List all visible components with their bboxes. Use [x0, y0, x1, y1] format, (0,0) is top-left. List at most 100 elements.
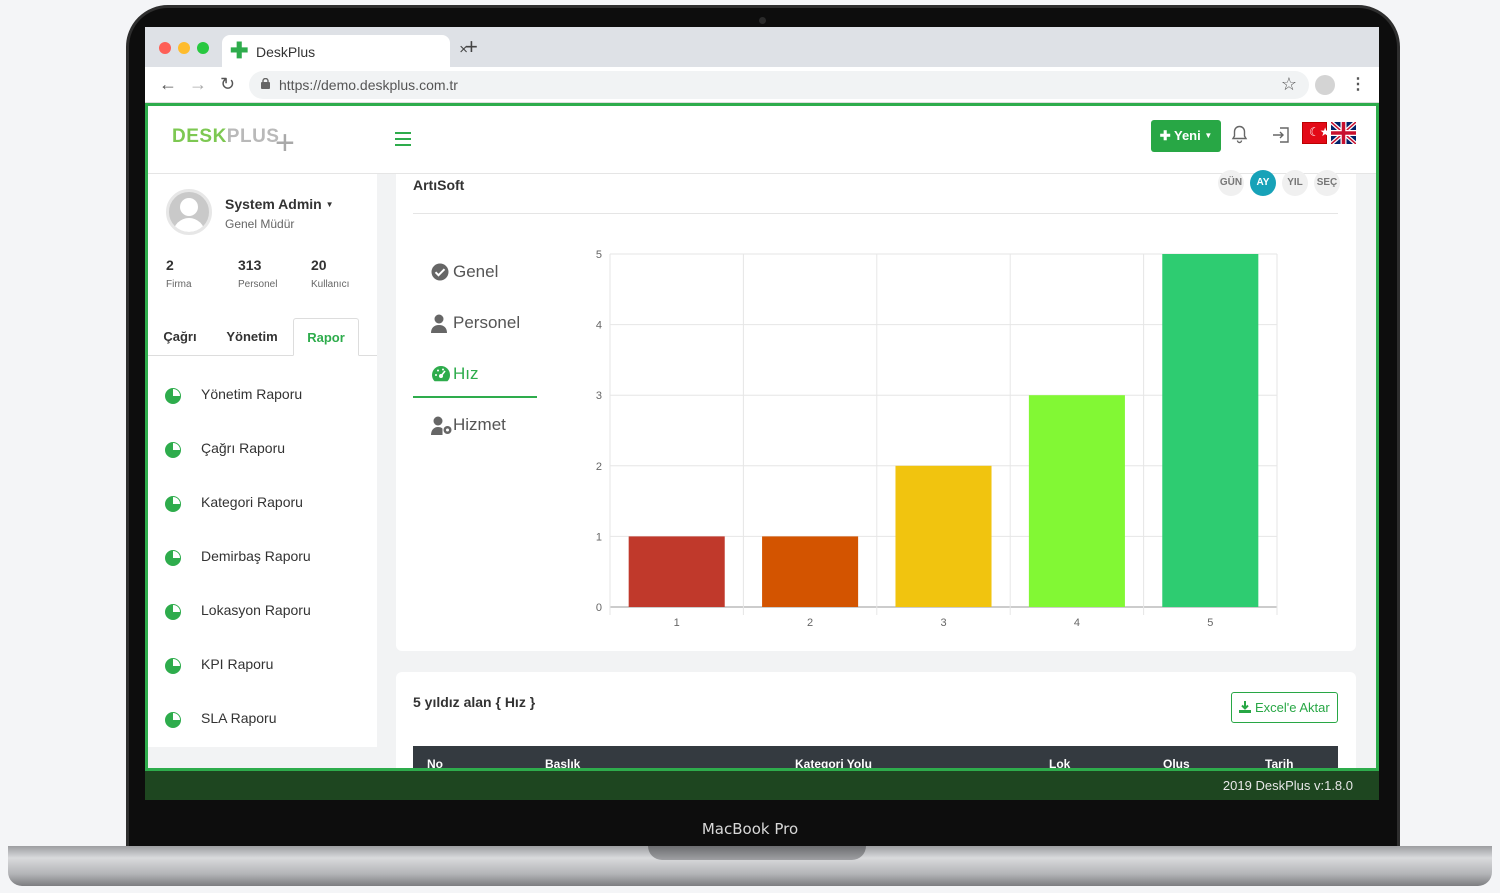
sidebar-item-sla-raporu[interactable]: SLA Raporu: [148, 700, 377, 740]
x-tick-label: 2: [807, 617, 813, 629]
logo[interactable]: DESKPLUS: [172, 126, 279, 148]
bar: [1162, 254, 1259, 607]
profile-avatar[interactable]: [1315, 75, 1335, 95]
period-gun[interactable]: GÜN: [1218, 170, 1244, 196]
pie-chart-icon: [165, 388, 181, 404]
sidebar: System Admin ▼ Genel Müdür 2 Firma 313 P…: [148, 174, 377, 800]
sidebar-item-label: SLA Raporu: [201, 710, 277, 726]
sidebar-item-label: Kategori Raporu: [201, 494, 303, 510]
new-button-label: Yeni: [1174, 128, 1201, 143]
sign-in-icon[interactable]: [1272, 126, 1290, 144]
avatar[interactable]: [166, 189, 212, 235]
y-tick-label: 2: [596, 461, 602, 473]
logo-plus-icon: +: [275, 124, 295, 162]
favicon-plus-icon: ✚: [230, 38, 249, 63]
logo-part2: PLUS: [226, 126, 280, 147]
close-window-icon[interactable]: [159, 42, 171, 54]
bar: [628, 536, 725, 607]
sidebar-item-demirbas-raporu[interactable]: Demirbaş Raporu: [148, 538, 377, 578]
sidebar-item-label: Lokasyon Raporu: [201, 602, 311, 618]
y-tick-label: 1: [596, 531, 602, 543]
reload-icon[interactable]: ↻: [220, 74, 235, 94]
url-text: https://demo.deskplus.com.tr: [279, 77, 458, 93]
sidebar-item-label: KPI Raporu: [201, 656, 274, 672]
user-title: Genel Müdür: [225, 217, 295, 231]
sidebar-item-label: Yönetim Raporu: [201, 386, 303, 402]
period-ay[interactable]: AY: [1250, 170, 1276, 196]
sidebar-item-label: Çağrı Raporu: [201, 440, 286, 456]
pie-chart-icon: [165, 604, 181, 620]
new-tab-icon[interactable]: +: [465, 36, 478, 58]
x-tick-label: 1: [674, 617, 680, 629]
y-tick-label: 4: [596, 320, 602, 332]
stat-company-count: 2: [166, 257, 174, 273]
turkish-flag-icon[interactable]: ☾★: [1302, 122, 1331, 144]
sidebar-item-kpi-raporu[interactable]: KPI Raporu: [148, 646, 377, 686]
minimize-window-icon[interactable]: [178, 42, 190, 54]
speedometer-icon: [432, 366, 450, 382]
caret-down-icon: ▼: [325, 200, 334, 209]
caret-down-icon: ▼: [1204, 131, 1213, 140]
download-icon: [1239, 701, 1252, 713]
browser-tab[interactable]: ✚ DeskPlus ×: [222, 35, 468, 67]
device-label: MacBook Pro: [701, 820, 799, 838]
lock-icon: [261, 78, 270, 89]
tab-personel-label: Personel: [453, 313, 521, 332]
sidebar-item-label: Demirbaş Raporu: [201, 548, 311, 564]
x-tick-label: 5: [1207, 617, 1213, 629]
omnibox[interactable]: https://demo.deskplus.com.tr ☆: [249, 71, 1309, 99]
bar-chart: 0 1 2 3 4 5 1 2 3 4 5: [596, 249, 1278, 629]
screen: ✚ DeskPlus × + ← → ↻ https://demo.deskpl…: [145, 27, 1379, 800]
period-yil[interactable]: YIL: [1282, 170, 1308, 196]
export-excel-label: Excel'e Aktar: [1254, 700, 1330, 715]
camera: [759, 17, 766, 24]
user-name[interactable]: System Admin ▼: [225, 196, 334, 212]
export-excel-button[interactable]: Excel'e Aktar: [1231, 692, 1338, 723]
top-navbar: DESKPLUS + ✚ Yeni ▼ ☾★: [148, 106, 1376, 174]
pie-chart-icon: [165, 442, 181, 458]
tab-genel-label: Genel: [453, 262, 499, 281]
tab-hiz-label: Hız: [453, 364, 479, 383]
user-icon: [431, 314, 447, 333]
sidebar-item-cagri-raporu[interactable]: Çağrı Raporu: [148, 430, 377, 470]
stat-company-label: Firma: [166, 279, 192, 290]
pie-chart-icon: [165, 712, 181, 728]
tab-personel[interactable]: Personel: [413, 301, 537, 347]
bar: [1028, 395, 1125, 607]
sidebar-item-kategori-raporu[interactable]: Kategori Raporu: [148, 484, 377, 524]
x-tick-label: 3: [940, 617, 946, 629]
plus-icon: ✚: [1159, 128, 1171, 143]
laptop-notch: [648, 846, 866, 860]
pie-chart-icon: [165, 550, 181, 566]
sidebar-item-yonetim-raporu[interactable]: Yönetim Raporu: [148, 376, 377, 416]
tab-hizmet-label: Hizmet: [453, 415, 506, 434]
tab-hizmet[interactable]: Hizmet: [413, 403, 537, 449]
tab-rapor[interactable]: Rapor: [293, 318, 359, 356]
user-gear-icon: [431, 416, 452, 435]
bell-icon[interactable]: [1231, 125, 1248, 144]
period-sec[interactable]: SEÇ: [1314, 170, 1340, 196]
sidebar-tabs: Çağrı Yönetim Rapor: [148, 318, 377, 356]
bookmark-star-icon[interactable]: ☆: [1281, 74, 1297, 95]
stat-user-count: 20: [311, 257, 327, 273]
bar: [895, 465, 992, 607]
stat-personnel-label: Personel: [238, 279, 278, 290]
pie-chart-icon: [165, 496, 181, 512]
browser-tabbar: ✚ DeskPlus × +: [145, 27, 1379, 67]
tab-hiz[interactable]: Hız: [413, 352, 537, 398]
new-button[interactable]: ✚ Yeni ▼: [1151, 120, 1221, 152]
report-card: ArtıSoft GÜN AY YIL SEÇ Genel Personel H…: [396, 170, 1356, 651]
maximize-window-icon[interactable]: [197, 42, 209, 54]
logo-part1: DESK: [172, 126, 227, 147]
hamburger-menu-icon[interactable]: [395, 132, 411, 150]
back-icon[interactable]: ←: [159, 74, 177, 94]
tab-cagri[interactable]: Çağrı: [158, 318, 202, 356]
user-name-text: System Admin: [225, 196, 322, 212]
report-title: ArtıSoft: [413, 177, 465, 193]
browser-menu-icon[interactable]: ⋮: [1350, 74, 1366, 94]
sidebar-item-lokasyon-raporu[interactable]: Lokasyon Raporu: [148, 592, 377, 632]
tab-yonetim[interactable]: Yönetim: [218, 318, 286, 356]
forward-icon[interactable]: →: [189, 74, 207, 94]
tab-genel[interactable]: Genel: [413, 250, 537, 296]
uk-flag-icon[interactable]: [1331, 122, 1356, 144]
